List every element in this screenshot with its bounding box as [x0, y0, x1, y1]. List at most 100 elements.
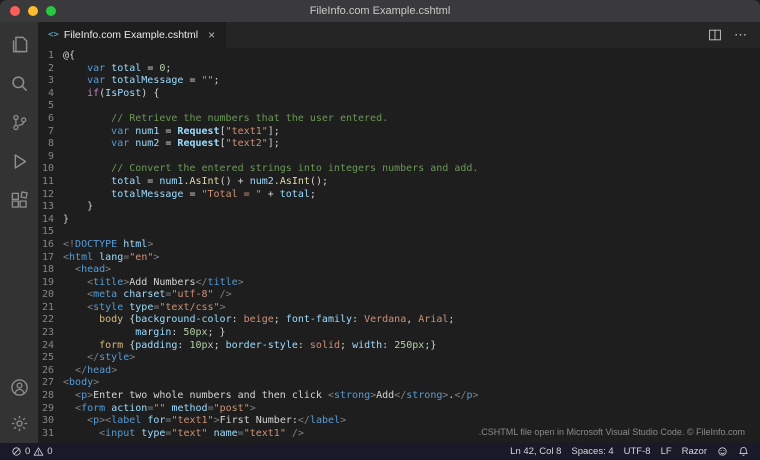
- code-line-text: var totalMessage = "";: [54, 75, 220, 88]
- code-line-text: body {background-color: beige; font-fami…: [54, 314, 454, 327]
- code-line-text: </head>: [54, 365, 117, 378]
- more-actions-icon[interactable]: ⋯: [734, 27, 748, 43]
- tab-bar: <> FileInfo.com Example.cshtml × ⋯: [38, 22, 760, 48]
- line-number: 31: [38, 428, 54, 441]
- code-line-text: // Convert the entered strings into inte…: [54, 163, 478, 176]
- source-control-icon[interactable]: [7, 110, 31, 134]
- code-line-text: }: [54, 201, 93, 214]
- feedback-smiley-icon[interactable]: [712, 443, 733, 460]
- code-line: 25 </style>: [38, 352, 760, 365]
- code-line: 26 </head>: [38, 365, 760, 378]
- line-number: 3: [38, 75, 54, 88]
- code-line: 17<html lang="en">: [38, 252, 760, 265]
- tab-label: FileInfo.com Example.cshtml: [64, 29, 198, 41]
- line-number: 17: [38, 252, 54, 265]
- line-number: 23: [38, 327, 54, 340]
- language-mode[interactable]: Razor: [677, 443, 712, 460]
- line-number: 28: [38, 390, 54, 403]
- editor-column: <> FileInfo.com Example.cshtml × ⋯ 1@{2 …: [38, 22, 760, 443]
- code-line-text: totalMessage = "Total = " + total;: [54, 189, 316, 202]
- code-line: 8 var num2 = Request["text2"];: [38, 138, 760, 151]
- line-number: 24: [38, 340, 54, 353]
- status-bar-right: Ln 42, Col 8 Spaces: 4 UTF-8 LF Razor: [505, 443, 754, 460]
- line-number: 7: [38, 126, 54, 139]
- editor-actions: ⋯: [708, 22, 760, 48]
- code-line-text: }: [54, 214, 69, 227]
- code-line: 13 }: [38, 201, 760, 214]
- code-line-text: // Retrieve the numbers that the user en…: [54, 113, 388, 126]
- code-line-text: <p>Enter two whole numbers and then clic…: [54, 390, 479, 403]
- code-line: 24 form {padding: 10px; border-style: so…: [38, 340, 760, 353]
- code-line: 5: [38, 100, 760, 113]
- code-line-text: <title>Add Numbers</title>: [54, 277, 244, 290]
- code-line: 14}: [38, 214, 760, 227]
- line-number: 18: [38, 264, 54, 277]
- close-window-button[interactable]: [10, 6, 20, 16]
- code-line: 16<!DOCTYPE html>: [38, 239, 760, 252]
- line-number: 29: [38, 403, 54, 416]
- code-lines: 1@{2 var total = 0;3 var totalMessage = …: [38, 50, 760, 440]
- warning-icon: [33, 446, 44, 457]
- code-line: 20 <meta charset="utf-8" />: [38, 289, 760, 302]
- cursor-position[interactable]: Ln 42, Col 8: [505, 443, 566, 460]
- tab-fileinfo-example[interactable]: <> FileInfo.com Example.cshtml ×: [38, 22, 226, 48]
- line-number: 14: [38, 214, 54, 227]
- code-line: 29 <form action="" method="post">: [38, 403, 760, 416]
- line-number: 26: [38, 365, 54, 378]
- code-line-text: form {padding: 10px; border-style: solid…: [54, 340, 436, 353]
- vscode-window: FileInfo.com Example.cshtml: [0, 0, 760, 460]
- line-number: 2: [38, 63, 54, 76]
- line-number: 1: [38, 50, 54, 63]
- error-count: 0: [25, 446, 30, 457]
- code-line-text: <p><label for="text1">First Number:</lab…: [54, 415, 346, 428]
- code-line-text: <body>: [54, 377, 99, 390]
- razor-file-icon: <>: [48, 30, 59, 40]
- line-number: 6: [38, 113, 54, 126]
- line-number: 13: [38, 201, 54, 214]
- minimize-window-button[interactable]: [28, 6, 38, 16]
- code-line: 18 <head>: [38, 264, 760, 277]
- encoding-setting[interactable]: UTF-8: [619, 443, 656, 460]
- code-line-text: if(IsPost) {: [54, 88, 159, 101]
- main-area: <> FileInfo.com Example.cshtml × ⋯ 1@{2 …: [0, 22, 760, 443]
- line-number: 10: [38, 163, 54, 176]
- status-bar-left: 0 0: [6, 443, 58, 460]
- code-line: 15: [38, 226, 760, 239]
- line-number: 25: [38, 352, 54, 365]
- code-line: 6 // Retrieve the numbers that the user …: [38, 113, 760, 126]
- code-line-text: <style type="text/css">: [54, 302, 226, 315]
- extensions-icon[interactable]: [7, 188, 31, 212]
- settings-gear-icon[interactable]: [7, 411, 31, 435]
- close-tab-icon[interactable]: ×: [208, 29, 215, 41]
- code-line: 23 margin: 50px; }: [38, 327, 760, 340]
- code-line: 2 var total = 0;: [38, 63, 760, 76]
- zoom-window-button[interactable]: [46, 6, 56, 16]
- line-number: 20: [38, 289, 54, 302]
- split-editor-icon[interactable]: [708, 28, 722, 42]
- code-line-text: total = num1.AsInt() + num2.AsInt();: [54, 176, 328, 189]
- indentation-setting[interactable]: Spaces: 4: [566, 443, 618, 460]
- code-line: 10 // Convert the entered strings into i…: [38, 163, 760, 176]
- error-icon: [11, 446, 22, 457]
- eol-setting[interactable]: LF: [656, 443, 677, 460]
- explorer-icon[interactable]: [7, 32, 31, 56]
- code-line-text: </style>: [54, 352, 135, 365]
- code-editor[interactable]: 1@{2 var total = 0;3 var totalMessage = …: [38, 48, 760, 443]
- code-line-text: [54, 151, 63, 164]
- problems-indicator[interactable]: 0 0: [6, 443, 58, 460]
- line-number: 9: [38, 151, 54, 164]
- code-line-text: <!DOCTYPE html>: [54, 239, 153, 252]
- window-title: FileInfo.com Example.cshtml: [310, 5, 451, 17]
- line-number: 8: [38, 138, 54, 151]
- line-number: 21: [38, 302, 54, 315]
- bell-icon[interactable]: [733, 443, 754, 460]
- code-line: 11 total = num1.AsInt() + num2.AsInt();: [38, 176, 760, 189]
- search-icon[interactable]: [7, 71, 31, 95]
- activity-bar: [0, 22, 38, 443]
- line-number: 12: [38, 189, 54, 202]
- account-icon[interactable]: [7, 375, 31, 399]
- run-debug-icon[interactable]: [7, 149, 31, 173]
- traffic-lights: [10, 0, 56, 22]
- code-line: 3 var totalMessage = "";: [38, 75, 760, 88]
- line-number: 5: [38, 100, 54, 113]
